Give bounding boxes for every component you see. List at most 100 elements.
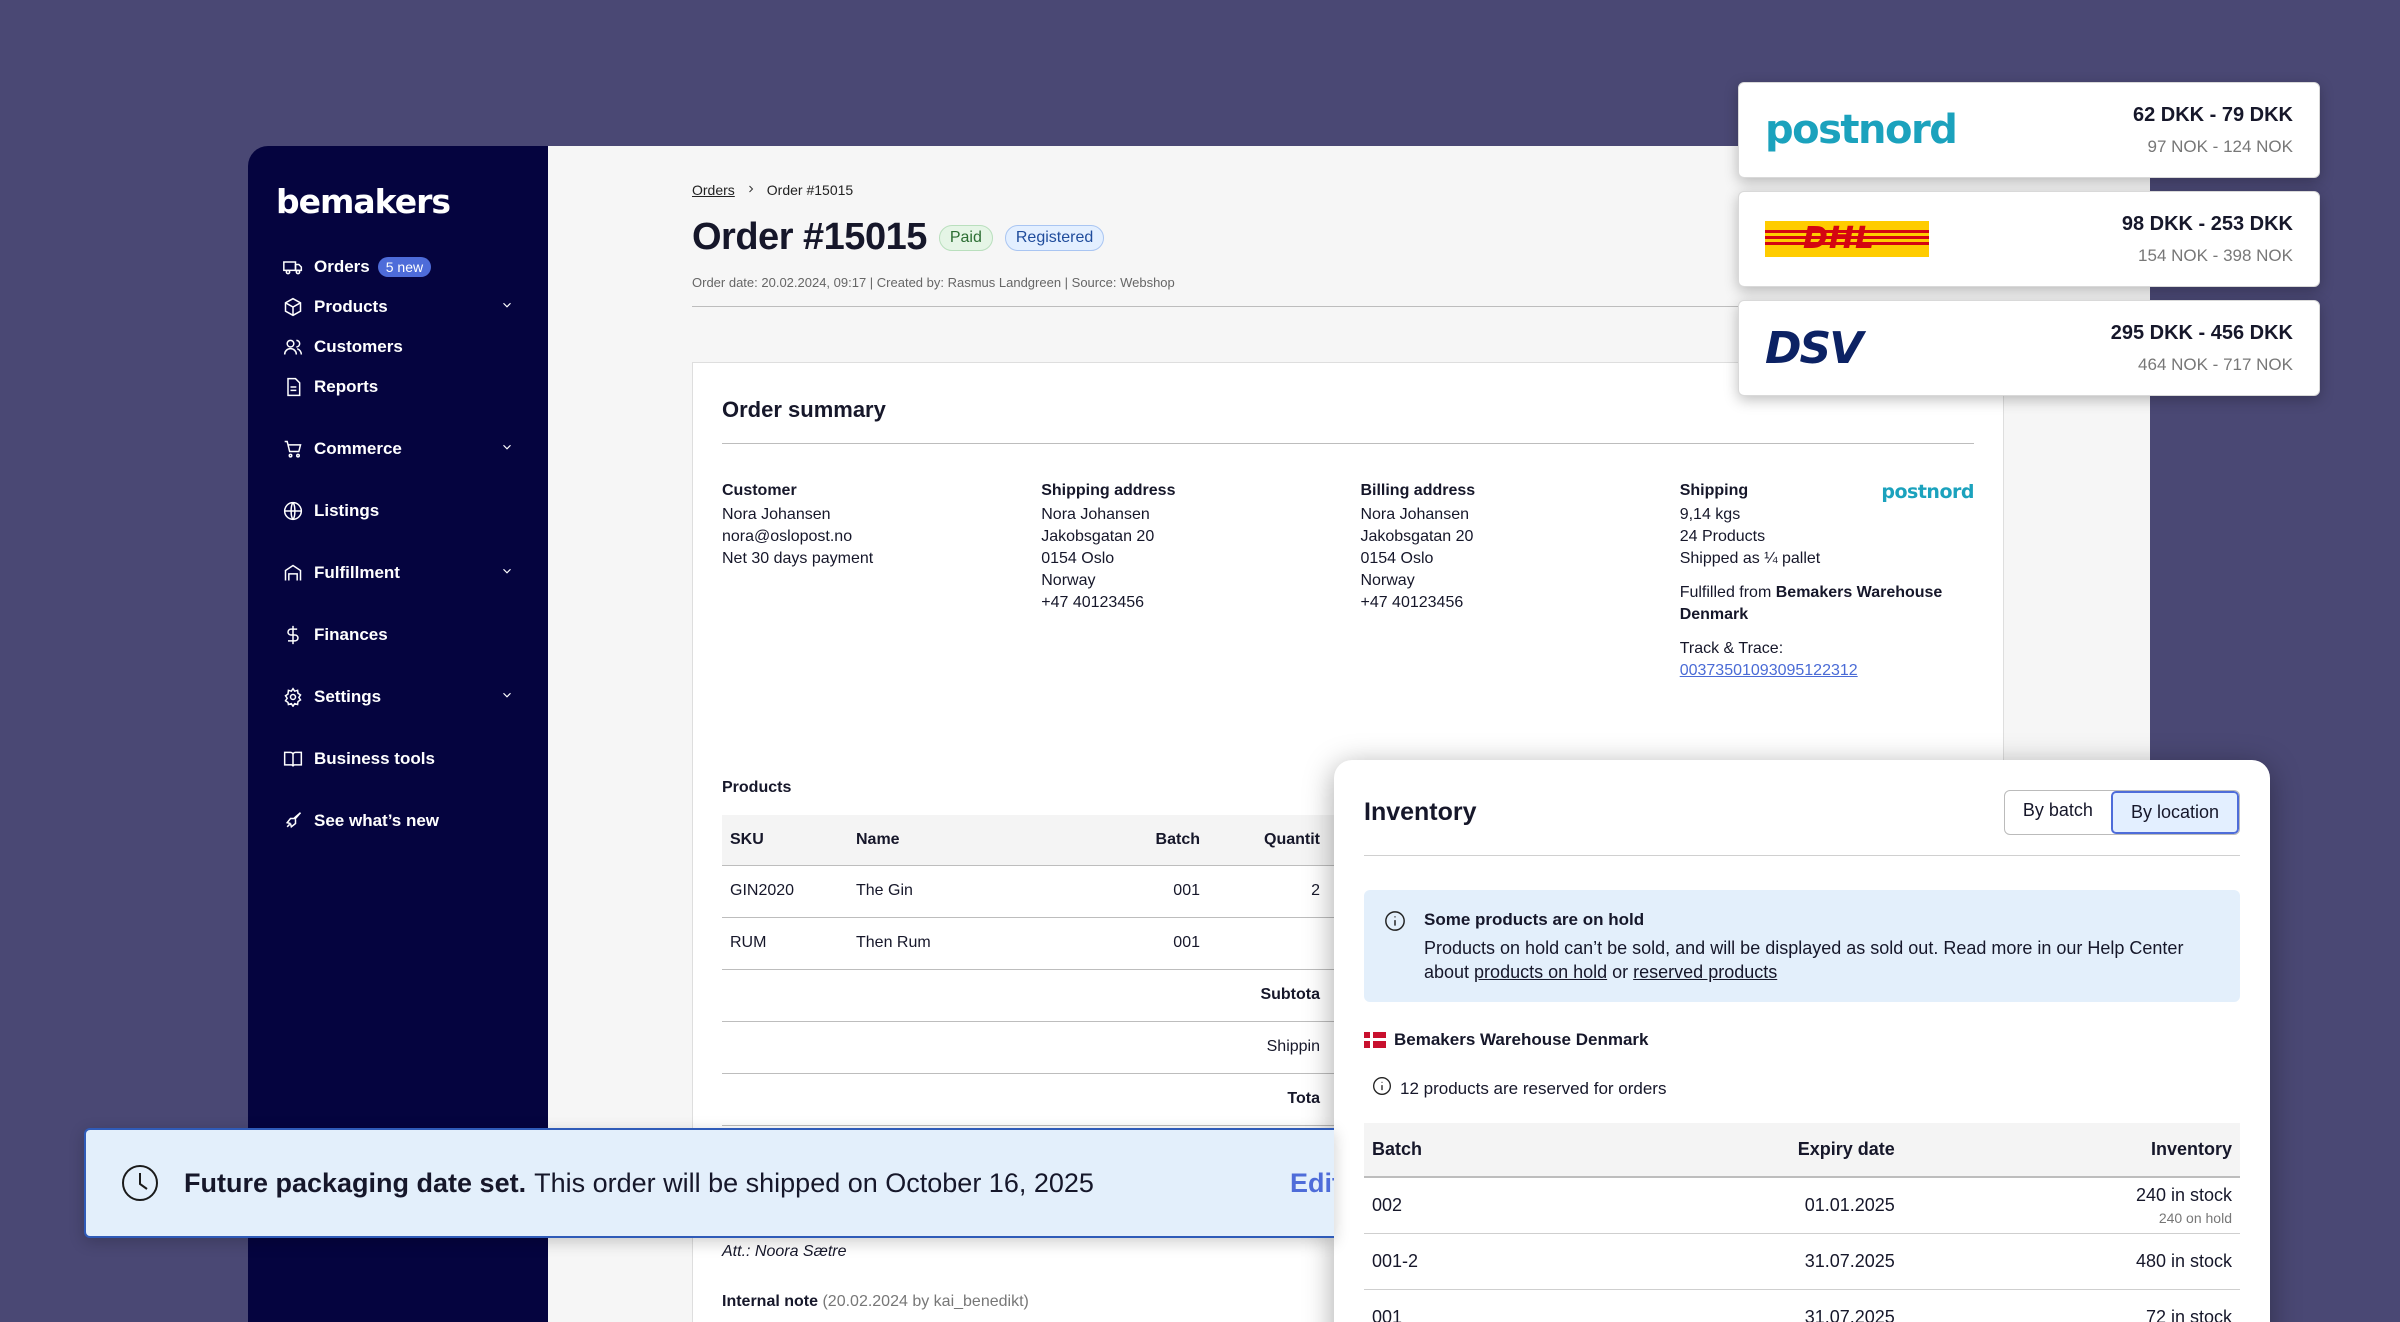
track-trace-link[interactable]: 00373501093095122312 [1680,660,1974,682]
sidebar-item-settings[interactable]: Settings [276,677,514,717]
sidebar-item-business-tools[interactable]: Business tools [276,739,514,779]
inventory-cell: 72 in stock [1902,1289,2240,1322]
sidebar-item-whats-new[interactable]: See what’s new [276,801,514,841]
dhl-logo-text: DHL [1803,221,1876,256]
customer-block: Customer Nora Johansen nora@oslopost.no … [722,480,1041,682]
name-cell: Then Rum [848,917,1108,970]
reserved-products-link[interactable]: reserved products [1633,962,1777,982]
sidebar-item-label: See what’s new [314,811,440,830]
truck-icon [282,256,304,278]
batch-cell: 001 [1364,1289,1563,1322]
sidebar-item-label: Fulfillment [314,563,400,582]
sku-cell: RUM [722,917,848,970]
order-summary-title: Order summary [722,397,1974,444]
sidebar-item-products[interactable]: Products [276,287,514,327]
warehouse-heading: Bemakers Warehouse Denmark [1364,1030,2240,1050]
price-nok: 97 NOK - 124 NOK [2147,136,2293,156]
sidebar-item-reports[interactable]: Reports [276,367,514,407]
subtotal-label: Subtota [722,969,1328,1022]
table-row[interactable]: 001 31.07.2025 72 in stock [1364,1289,2240,1322]
sidebar-item-label: Reports [314,377,379,396]
sku-cell: GIN2020 [722,865,848,918]
stock-value: 240 in stock [2135,1184,2232,1205]
info-icon [1372,1076,1392,1101]
sidebar-item-listings[interactable]: Listings [276,491,514,531]
book-icon [282,748,304,770]
address-line: +47 40123456 [1041,594,1145,611]
by-location-toggle[interactable]: By location [2110,791,2239,834]
breadcrumb-current: Order #15015 [766,182,854,198]
carrier-card-dhl[interactable]: DHL 98 DKK - 253 DKK 154 NOK - 398 NOK [1738,191,2320,287]
clock-icon [120,1163,160,1203]
address-line: 0154 Oslo [1360,550,1434,567]
column-header: Expiry date [1562,1123,1903,1178]
chevron-down-icon[interactable] [500,439,514,459]
alert-or: or [1607,962,1634,982]
chevron-down-icon[interactable] [500,563,514,583]
address-line: +47 40123456 [1360,594,1464,611]
inventory-view-toggle: By batch By location [2003,790,2240,835]
attention-line: Att.: Noora Sætre [722,1243,847,1260]
internal-note-meta: (20.02.2024 by kai_benedikt) [822,1293,1029,1310]
batch-cell: 002 [1364,1177,1563,1234]
by-batch-toggle[interactable]: By batch [2005,791,2111,834]
dhl-logo: DHL [1765,221,1929,257]
price-nok: 154 NOK - 398 NOK [2138,245,2293,265]
inventory-title: Inventory [1364,798,1477,826]
column-header: SKU [722,815,848,866]
cart-icon [282,438,304,460]
chevron-down-icon[interactable] [500,687,514,707]
inventory-table: Batch Expiry date Inventory 002 01.01.20… [1364,1123,2240,1322]
gear-icon [282,686,304,708]
address-line: Nora Johansen [1041,506,1150,523]
stock-value: 72 in stock [2145,1306,2232,1322]
status-badge-registered: Registered [1004,224,1105,251]
address-line: Nora Johansen [1360,506,1469,523]
info-icon [1384,910,1406,938]
name-cell: The Gin [848,865,1108,918]
address-line: Norway [1041,572,1096,589]
column-header: Name [848,815,1108,866]
address-line: Norway [1360,572,1415,589]
sidebar-item-finances[interactable]: Finances [276,615,514,655]
table-row[interactable]: 002 01.01.2025 240 in stock 240 on hold [1364,1177,2240,1234]
sidebar-item-customers[interactable]: Customers [276,327,514,367]
warehouse-icon [282,562,304,584]
batch-cell: 001-2 [1364,1233,1563,1290]
postnord-logo: postnord [1881,481,1974,503]
warehouse-name: Bemakers Warehouse Denmark [1394,1030,1649,1049]
address-grid: Customer Nora Johansen nora@oslopost.no … [722,480,1974,682]
quantity-cell: 2 [1208,865,1328,918]
expiry-cell: 01.01.2025 [1562,1177,1903,1234]
edit-button[interactable]: Edit [1290,1168,1334,1199]
breadcrumb-orders-link[interactable]: Orders [692,182,735,198]
billing-address-heading: Billing address [1360,482,1476,499]
chevron-down-icon[interactable] [500,297,514,317]
table-row[interactable]: 001-2 31.07.2025 480 in stock [1364,1233,2240,1290]
quantity-cell [1208,917,1328,970]
carrier-card-postnord[interactable]: postnord 62 DKK - 79 DKK 97 NOK - 124 NO… [1738,82,2320,178]
inventory-cell: 240 in stock 240 on hold [1902,1177,2240,1234]
shipping-block: Shipping postnord 9,14 kgs 24 Products S… [1679,480,1975,682]
fulfilled-prefix: Fulfilled from [1679,584,1776,601]
total-label: Tota [722,1073,1328,1126]
sidebar-item-fulfillment[interactable]: Fulfillment [276,553,514,593]
sidebar-item-commerce[interactable]: Commerce [276,429,514,469]
carrier-card-dsv[interactable]: DSV 295 DKK - 456 DKK 464 NOK - 717 NOK [1738,300,2320,396]
dsv-logo: DSV [1765,322,1863,374]
postnord-logo: postnord [1765,107,1958,153]
price-nok: 464 NOK - 717 NOK [2138,354,2293,374]
expiry-cell: 31.07.2025 [1562,1289,1903,1322]
reserved-text: 12 products are reserved for orders [1400,1078,1667,1098]
column-header: Batch [1364,1123,1563,1178]
sidebar-item-label: Business tools [314,749,435,768]
sidebar-item-orders[interactable]: Orders 5 new [276,247,514,287]
internal-note-label: Internal note [722,1293,819,1310]
customer-terms: Net 30 days payment [722,550,874,567]
page-title: Order #15015 [692,216,927,258]
logo: bemakers [276,182,451,221]
alert-title: Some products are on hold [1424,910,1645,929]
sidebar-item-label: Listings [314,501,380,520]
products-on-hold-link[interactable]: products on hold [1474,962,1607,982]
chevron-right-icon [745,182,757,198]
